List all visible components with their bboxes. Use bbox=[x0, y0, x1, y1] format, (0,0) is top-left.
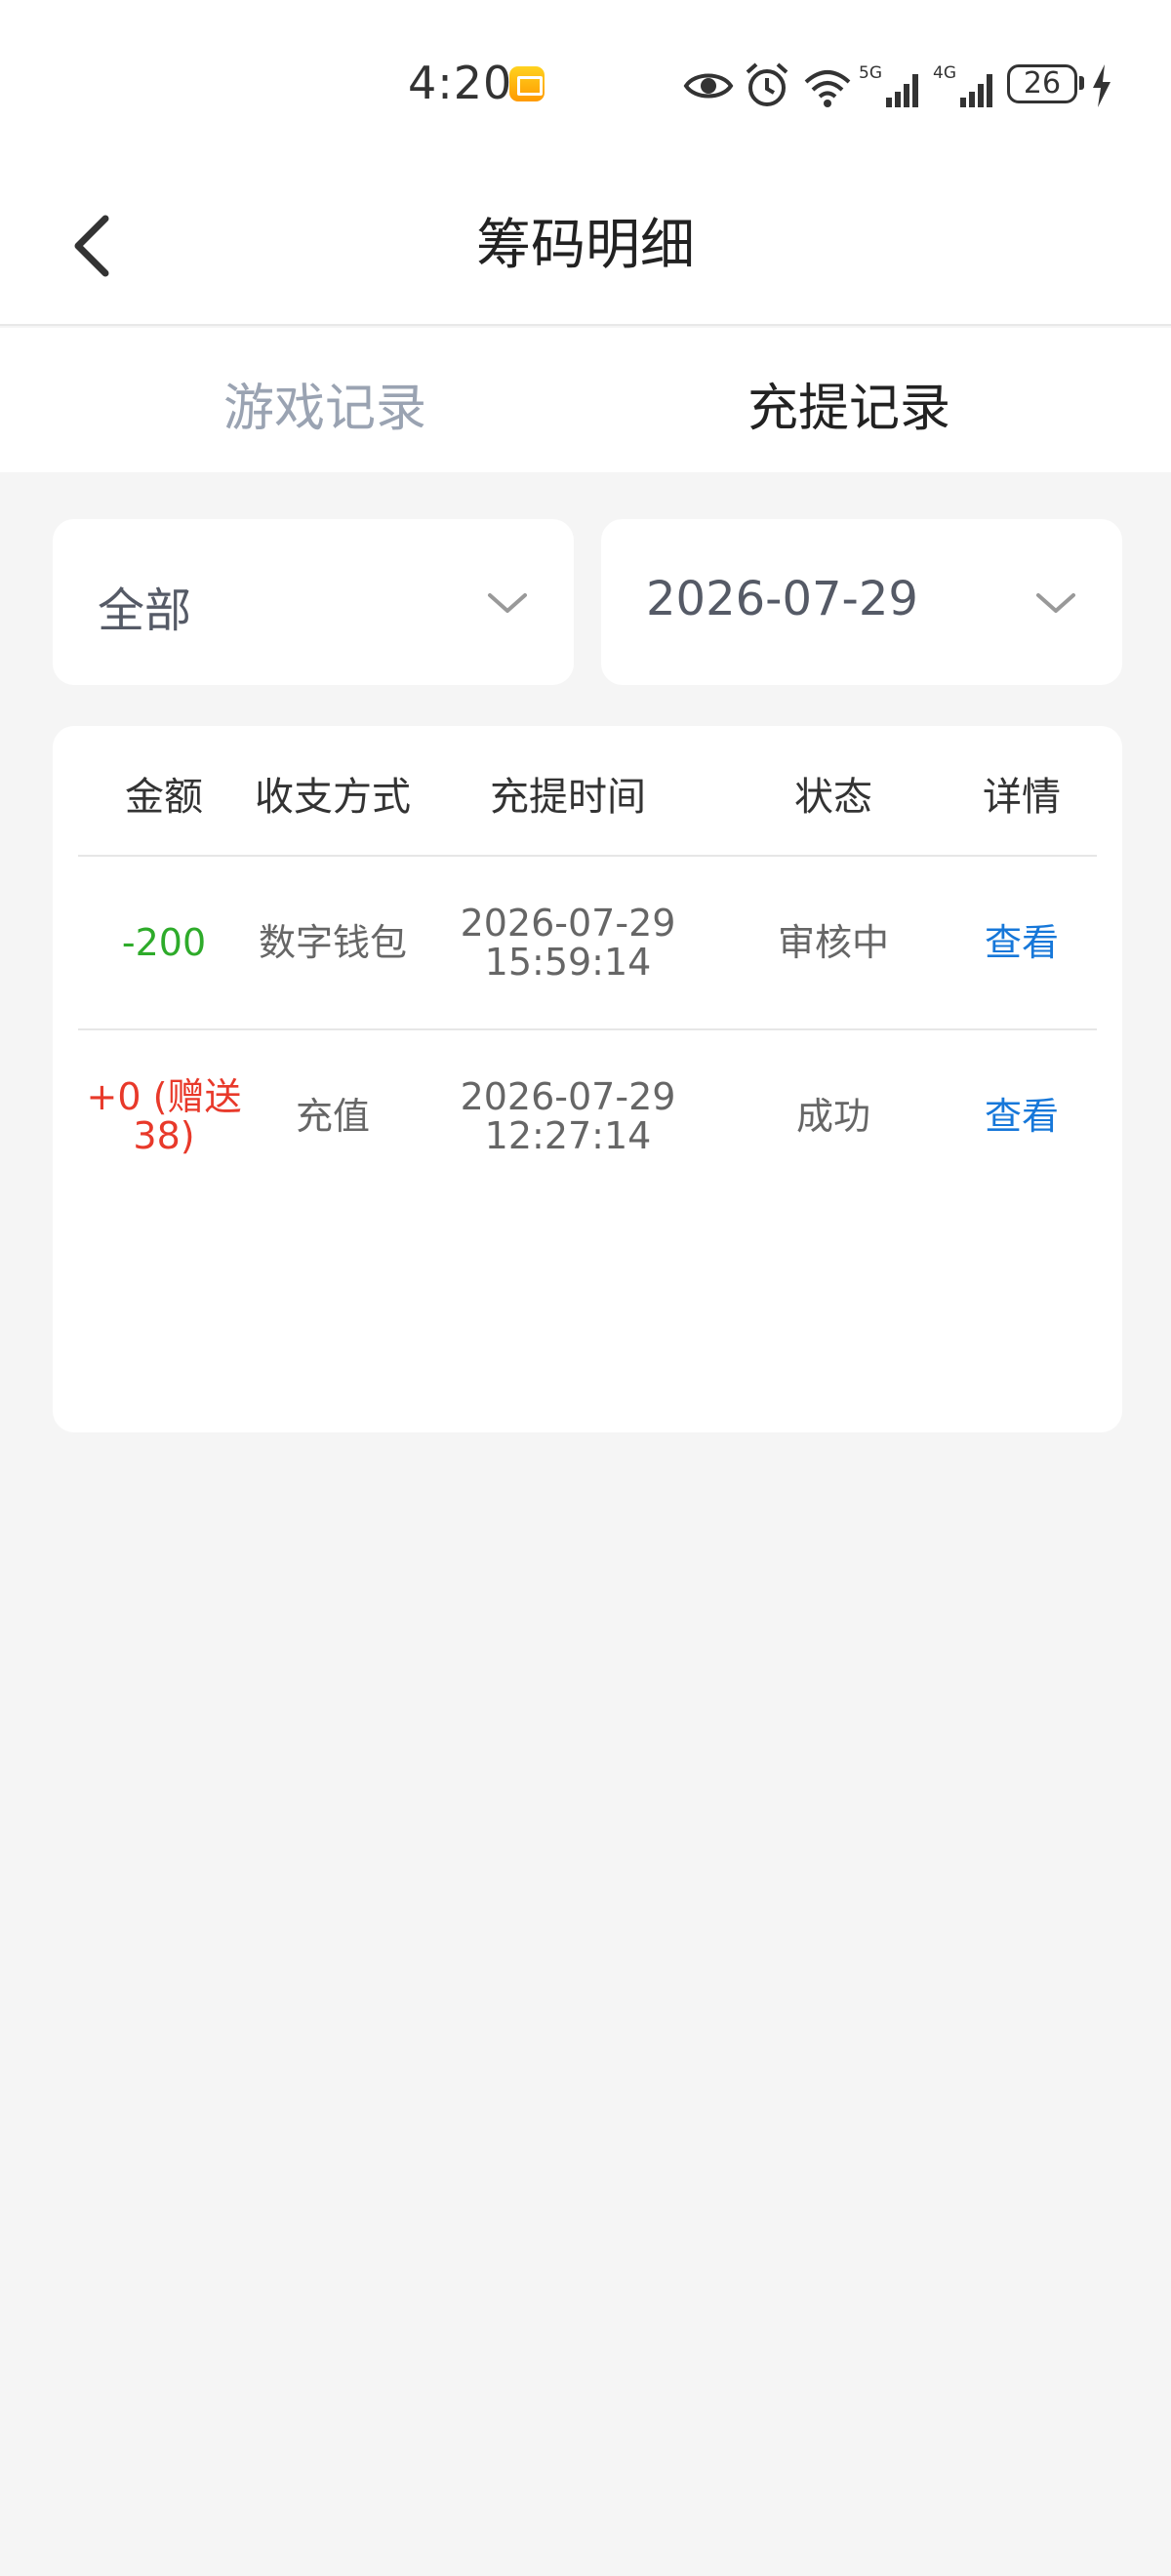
svg-text:4G: 4G bbox=[933, 63, 956, 83]
header-detail: 详情 bbox=[983, 775, 1061, 820]
chevron-down-icon bbox=[488, 593, 527, 613]
svg-text:5G: 5G bbox=[859, 63, 882, 83]
row-method: 充值 bbox=[295, 1095, 370, 1138]
header-time: 充提时间 bbox=[490, 775, 646, 820]
row-method: 数字钱包 bbox=[258, 921, 407, 964]
date-filter-value: 2026-07-29 bbox=[646, 572, 918, 626]
nav-bar: 筹码明细 bbox=[0, 166, 1171, 326]
mail-notification-icon bbox=[509, 66, 545, 101]
type-filter-value: 全部 bbox=[98, 584, 192, 638]
records-table: 金额 收支方式 充提时间 状态 详情 -200 数字钱包 2026-07-29 … bbox=[53, 726, 1122, 1432]
row-amount: -200 bbox=[121, 921, 207, 964]
status-icons: 5G 4G 26 bbox=[683, 60, 1112, 111]
table-row: +0 (赠送38) 充值 2026-07-29 12:27:14 成功 查看 bbox=[78, 1030, 1097, 1204]
view-detail-link[interactable]: 查看 bbox=[947, 857, 1097, 1028]
battery-level: 26 bbox=[1007, 64, 1077, 103]
wifi-icon bbox=[804, 70, 851, 107]
type-filter-select[interactable]: 全部 bbox=[53, 519, 574, 685]
header-method: 收支方式 bbox=[255, 775, 411, 820]
header-amount: 金额 bbox=[125, 775, 203, 820]
table-header: 金额 收支方式 充提时间 状态 详情 bbox=[78, 726, 1097, 857]
status-time: 4:20 bbox=[408, 57, 513, 109]
view-detail-link[interactable]: 查看 bbox=[947, 1030, 1097, 1202]
alarm-icon bbox=[746, 62, 788, 106]
tab-recharge-records[interactable]: 充提记录 bbox=[654, 367, 1044, 440]
date-filter-select[interactable]: 2026-07-29 bbox=[601, 519, 1122, 685]
chevron-down-icon bbox=[1036, 593, 1075, 613]
battery-tip bbox=[1079, 76, 1084, 90]
row-status: 成功 bbox=[795, 1095, 870, 1138]
page-title: 筹码明细 bbox=[476, 214, 695, 277]
signal-5g-icon: 5G bbox=[859, 63, 918, 107]
header-status: 状态 bbox=[794, 775, 872, 820]
charging-icon bbox=[1093, 64, 1110, 107]
row-time: 2026-07-29 15:59:14 bbox=[460, 902, 676, 984]
row-time: 2026-07-29 12:27:14 bbox=[460, 1075, 676, 1157]
row-status: 审核中 bbox=[777, 921, 889, 964]
row-amount: +0 (赠送38) bbox=[86, 1075, 242, 1157]
eye-icon bbox=[683, 73, 734, 99]
status-bar: 4:20 5G 4G 26 bbox=[0, 0, 1171, 166]
tab-game-records[interactable]: 游戏记录 bbox=[130, 367, 520, 440]
table-row: -200 数字钱包 2026-07-29 15:59:14 审核中 查看 bbox=[78, 857, 1097, 1030]
signal-4g-icon: 4G bbox=[933, 63, 992, 107]
record-tabs: 游戏记录 充提记录 bbox=[0, 328, 1171, 472]
